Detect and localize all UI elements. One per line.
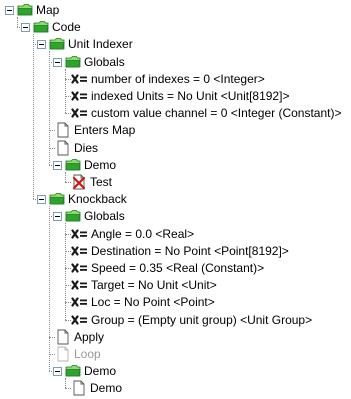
collapse-toggle-icon[interactable]	[37, 40, 46, 50]
trigger-tree[interactable]: Map Code Unit Indexer Globals number of inde…	[0, 0, 351, 396]
collapse-toggle-icon[interactable]	[53, 160, 62, 170]
green-folder-icon	[65, 54, 81, 70]
tree-node-label: Code	[52, 20, 81, 35]
tree-folder-node[interactable]: Demo	[0, 156, 351, 174]
tree-node-label: Knockback	[68, 192, 127, 207]
trigger-page-icon	[55, 140, 71, 156]
tree-node-label: Dies	[74, 140, 99, 155]
collapse-toggle-icon[interactable]	[53, 57, 62, 67]
collapse-toggle-icon[interactable]	[53, 212, 62, 222]
tree-variable-node[interactable]: Group = (Empty unit group) <Unit Group>	[0, 311, 351, 329]
tree-trigger-node[interactable]: Enters Map	[0, 121, 351, 139]
green-folder-icon	[33, 19, 49, 35]
variable-x-equals-icon	[71, 277, 89, 293]
tree-trigger-node[interactable]: Apply	[0, 328, 351, 346]
tree-folder-node[interactable]: Map	[0, 1, 351, 19]
tree-node-label: Loc = No Point <Point>	[91, 295, 215, 310]
tree-variable-node[interactable]: indexed Units = No Unit <Unit[8192]>	[0, 87, 351, 105]
tree-variable-node[interactable]: Target = No Unit <Unit>	[0, 276, 351, 294]
tree-trigger-node[interactable]: Loop	[0, 345, 351, 363]
tree-variable-node[interactable]: Loc = No Point <Point>	[0, 293, 351, 311]
variable-x-equals-icon	[71, 312, 89, 328]
tree-node-label: Speed = 0.35 <Real (Constant)>	[91, 261, 265, 275]
trigger-page-icon	[71, 380, 87, 396]
tree-node-label: Demo	[84, 364, 117, 379]
tree-node-label: Enters Map	[74, 123, 136, 138]
tree-node-label: Destination = No Point <Point[8192]>	[91, 243, 289, 258]
tree-node-label: Angle = 0.0 <Real>	[91, 226, 195, 241]
tree-node-label: Globals	[84, 54, 125, 69]
collapse-toggle-icon[interactable]	[37, 195, 46, 205]
green-folder-icon	[49, 191, 65, 207]
tree-node-label: Unit Indexer	[68, 37, 133, 52]
collapse-toggle-icon[interactable]	[53, 367, 62, 377]
trigger-page-icon	[55, 122, 71, 138]
variable-x-equals-icon	[71, 71, 89, 87]
trigger-disabled-icon	[55, 346, 71, 362]
tree-trigger-node[interactable]: Test	[0, 173, 351, 191]
tree-node-label: number of indexes = 0 <Integer>	[91, 71, 265, 86]
tree-folder-node[interactable]: Demo	[0, 362, 351, 380]
tree-node-label: Demo	[84, 157, 117, 172]
variable-x-equals-icon	[71, 226, 89, 242]
tree-node-label: Test	[90, 175, 113, 189]
green-folder-icon	[49, 36, 65, 52]
tree-node-label: Apply	[74, 329, 105, 344]
tree-node-label: indexed Units = No Unit <Unit[8192]>	[91, 89, 290, 103]
trigger-page-icon	[55, 329, 71, 345]
tree-node-label: Demo	[90, 381, 123, 396]
variable-x-equals-icon	[71, 88, 89, 104]
tree-folder-node[interactable]: Knockback	[0, 190, 351, 208]
tree-folder-node[interactable]: Unit Indexer	[0, 35, 351, 53]
tree-folder-node[interactable]: Code	[0, 18, 351, 36]
tree-node-label: Loop	[74, 347, 101, 361]
tree-trigger-node[interactable]: Demo	[0, 379, 351, 397]
tree-node-label: Target = No Unit <Unit>	[91, 278, 217, 293]
collapse-toggle-icon[interactable]	[21, 23, 30, 33]
variable-x-equals-icon	[71, 105, 89, 121]
tree-variable-node[interactable]: custom value channel = 0 <Integer (Const…	[0, 104, 351, 122]
tree-folder-node[interactable]: Globals	[0, 53, 351, 71]
green-folder-icon	[17, 2, 33, 18]
green-folder-icon	[65, 157, 81, 173]
collapse-toggle-icon[interactable]	[5, 6, 14, 15]
tree-variable-node[interactable]: Speed = 0.35 <Real (Constant)>	[0, 259, 351, 277]
trigger-error-icon	[71, 174, 87, 190]
variable-x-equals-icon	[71, 294, 89, 310]
tree-node-label: Globals	[84, 209, 125, 224]
tree-node-label: Group = (Empty unit group) <Unit Group>	[91, 312, 313, 327]
variable-x-equals-icon	[71, 243, 89, 259]
tree-variable-node[interactable]: number of indexes = 0 <Integer>	[0, 70, 351, 88]
tree-trigger-node[interactable]: Dies	[0, 139, 351, 157]
green-folder-icon	[65, 208, 81, 224]
tree-folder-node[interactable]: Globals	[0, 207, 351, 225]
variable-x-equals-icon	[71, 260, 89, 276]
green-folder-icon	[65, 363, 81, 379]
tree-variable-node[interactable]: Angle = 0.0 <Real>	[0, 225, 351, 243]
tree-node-label: custom value channel = 0 <Integer (Const…	[91, 106, 342, 121]
tree-node-label: Map	[36, 3, 60, 17]
tree-variable-node[interactable]: Destination = No Point <Point[8192]>	[0, 242, 351, 260]
